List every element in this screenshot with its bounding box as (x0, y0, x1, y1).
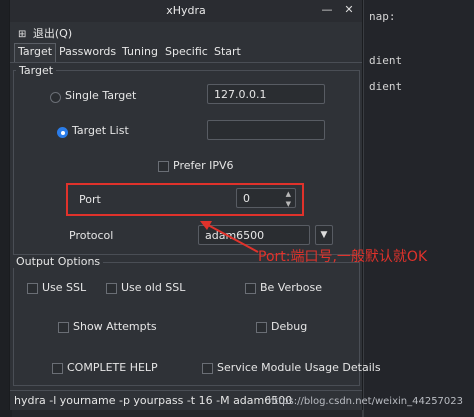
port-annotation: Port:端口号,一般默认就OK (258, 249, 428, 265)
watermark: https://blog.csdn.net/weixin_44257023 (268, 396, 464, 407)
annotation-arrow-icon (200, 221, 259, 253)
